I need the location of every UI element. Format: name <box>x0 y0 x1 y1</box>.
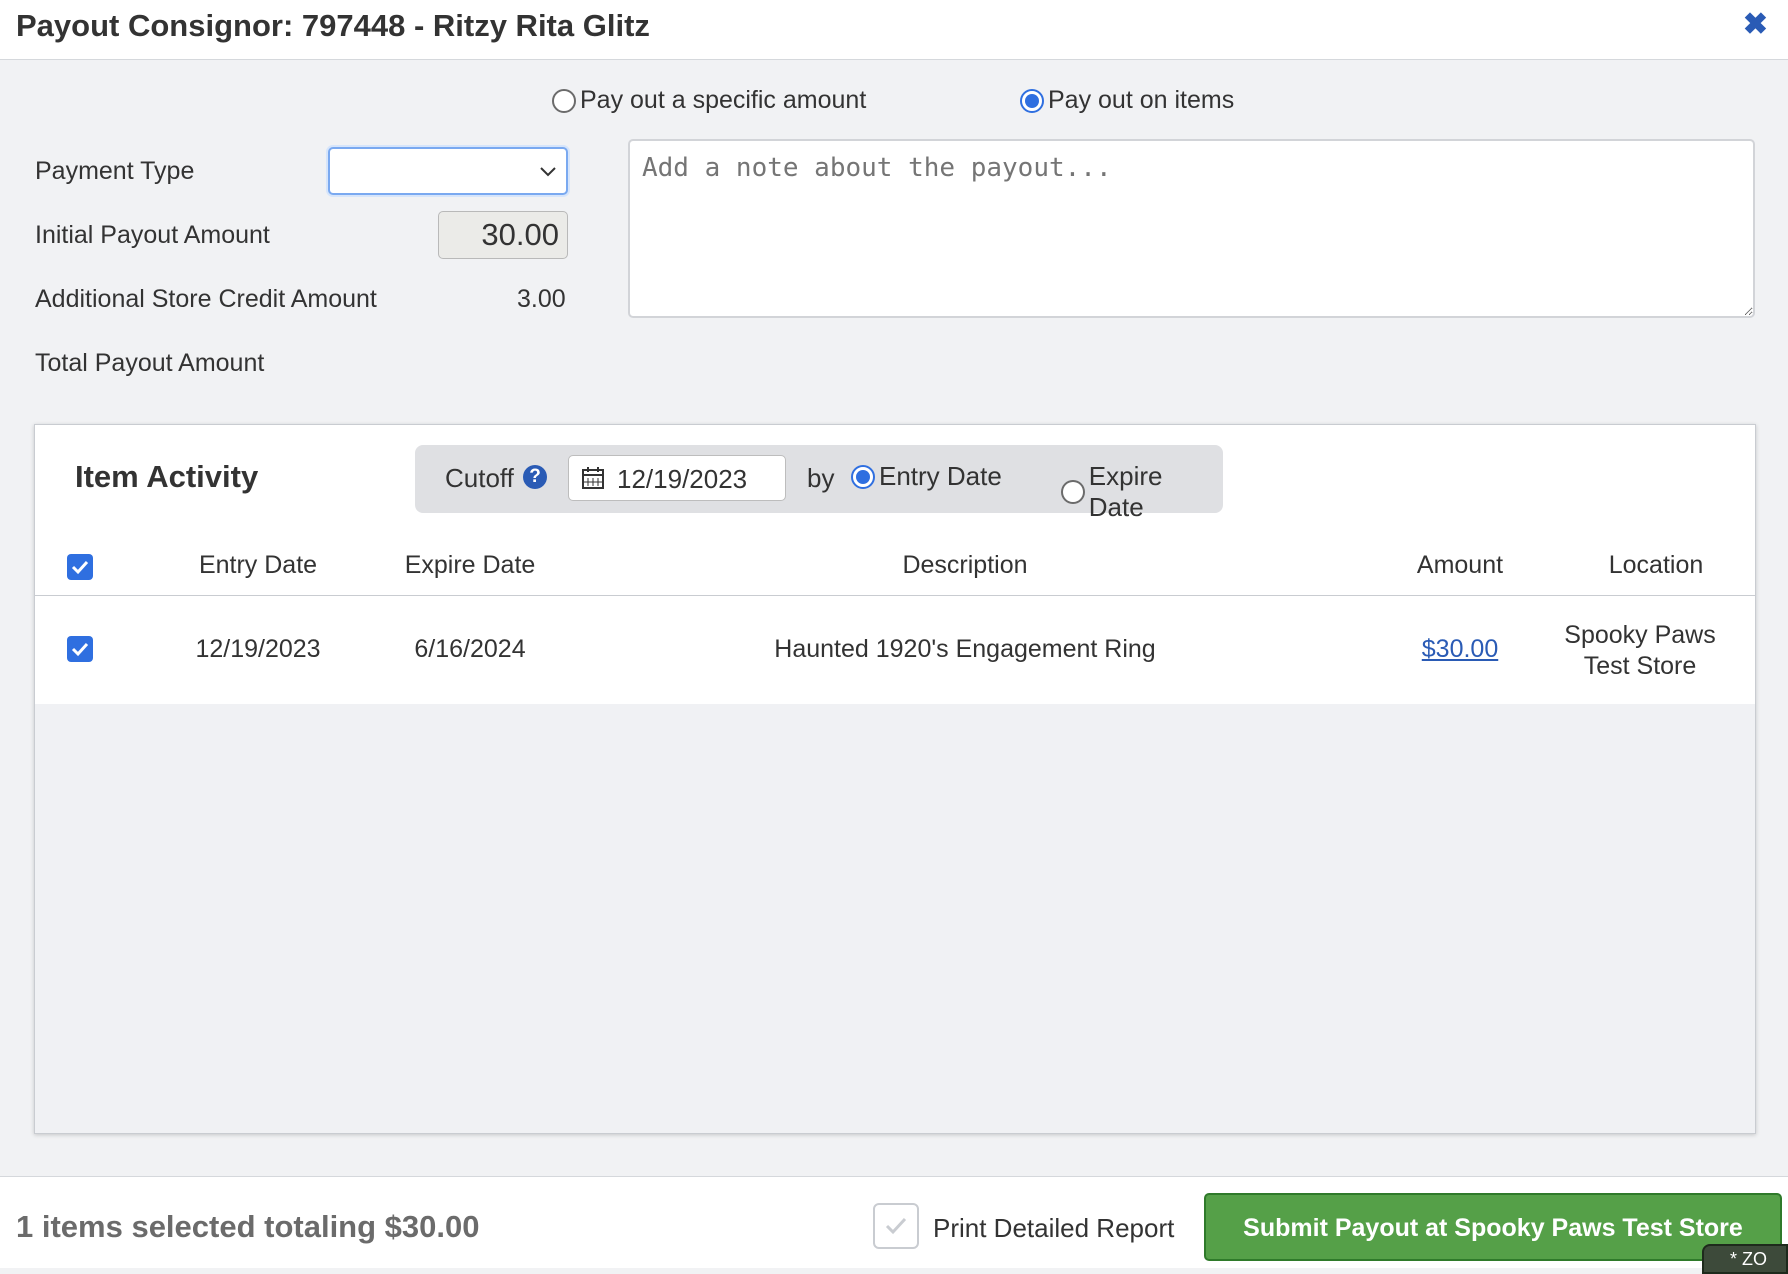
selection-summary: 1 items selected totaling $30.00 <box>16 1209 480 1244</box>
chevron-down-icon <box>540 167 556 177</box>
payment-type-label: Payment Type <box>35 157 195 185</box>
expire-date-option-label: Expire Date <box>1088 461 1163 522</box>
pay-on-items-radio[interactable]: Pay out on items <box>1020 86 1234 115</box>
pay-specific-amount-radio[interactable]: Pay out a specific amount <box>552 86 866 115</box>
cutoff-date-input[interactable]: 12/19/2023 <box>568 455 786 501</box>
select-all-checkbox[interactable] <box>67 554 93 580</box>
modal-footer: 1 items selected totaling $30.00 Print D… <box>0 1176 1788 1268</box>
radio-checked-icon[interactable] <box>851 464 875 489</box>
cutoff-filter: Cutoff ? 12/19/2023 by Entry Date Expire… <box>415 445 1223 522</box>
calendar-icon <box>582 467 604 489</box>
row-location-line2: Test Store <box>1583 652 1697 680</box>
column-header-description[interactable]: Description <box>675 551 1255 580</box>
payout-note-textarea[interactable] <box>628 139 1755 318</box>
help-icon[interactable]: ? <box>523 465 547 489</box>
column-header-location[interactable]: Location <box>1571 551 1741 580</box>
submit-payout-button[interactable]: Submit Payout at Spooky Paws Test Store <box>1204 1193 1782 1261</box>
expire-date-radio[interactable]: Expire Date <box>1061 461 1223 523</box>
table-row[interactable]: 12/19/2023 6/16/2024 Haunted 1920's Enga… <box>35 596 1755 704</box>
column-header-amount[interactable]: Amount <box>1365 551 1555 580</box>
cutoff-date-value: 12/19/2023 <box>617 464 748 494</box>
modal-title: Payout Consignor: 797448 - Ritzy Rita Gl… <box>16 8 650 43</box>
store-credit-label: Additional Store Credit Amount <box>35 285 377 313</box>
row-location-line1: Spooky Paws <box>1564 621 1716 649</box>
radio-unchecked-icon[interactable] <box>552 88 576 113</box>
cutoff-label: Cutoff <box>445 463 514 493</box>
checkmark-icon <box>71 560 89 575</box>
initial-payout-input[interactable]: 30.00 <box>438 211 568 259</box>
store-credit-value: 3.00 <box>517 285 566 313</box>
print-detailed-report-label[interactable]: Print Detailed Report <box>933 1213 1174 1244</box>
checkmark-icon <box>885 1217 907 1235</box>
row-entry-date: 12/19/2023 <box>195 635 321 663</box>
row-location: Spooky Paws Test Store <box>1555 620 1725 682</box>
print-detailed-report-checkbox[interactable] <box>873 1203 919 1249</box>
row-description: Haunted 1920's Engagement Ring <box>774 635 1156 663</box>
item-activity-title: Item Activity <box>75 459 259 494</box>
radio-unchecked-icon[interactable] <box>1061 480 1085 504</box>
by-label: by <box>807 463 835 493</box>
column-header-entry-date[interactable]: Entry Date <box>163 551 353 580</box>
pay-on-items-label: Pay out on items <box>1048 86 1235 114</box>
close-icon[interactable]: ✖ <box>1743 10 1768 40</box>
checkmark-icon <box>71 642 89 657</box>
row-expire-date: 6/16/2024 <box>414 635 526 663</box>
radio-checked-icon[interactable] <box>1020 88 1044 113</box>
initial-payout-label: Initial Payout Amount <box>35 221 270 249</box>
row-amount-link[interactable]: $30.00 <box>1365 635 1555 664</box>
entry-date-option-label: Entry Date <box>879 461 1002 491</box>
row-checkbox[interactable] <box>67 636 93 662</box>
payment-type-select[interactable] <box>328 147 568 195</box>
item-activity-panel: Item Activity Cutoff ? 12/19/2023 by Ent… <box>34 424 1756 1134</box>
total-payout-label: Total Payout Amount <box>35 349 265 377</box>
pay-specific-amount-label: Pay out a specific amount <box>580 86 867 114</box>
column-header-expire-date[interactable]: Expire Date <box>365 551 575 580</box>
modal-header: Payout Consignor: 797448 - Ritzy Rita Gl… <box>0 0 1788 60</box>
corner-tab[interactable]: * ZO <box>1702 1244 1788 1274</box>
item-activity-header: Item Activity Cutoff ? 12/19/2023 by Ent… <box>35 425 1755 596</box>
entry-date-radio[interactable]: Entry Date <box>851 461 1002 492</box>
